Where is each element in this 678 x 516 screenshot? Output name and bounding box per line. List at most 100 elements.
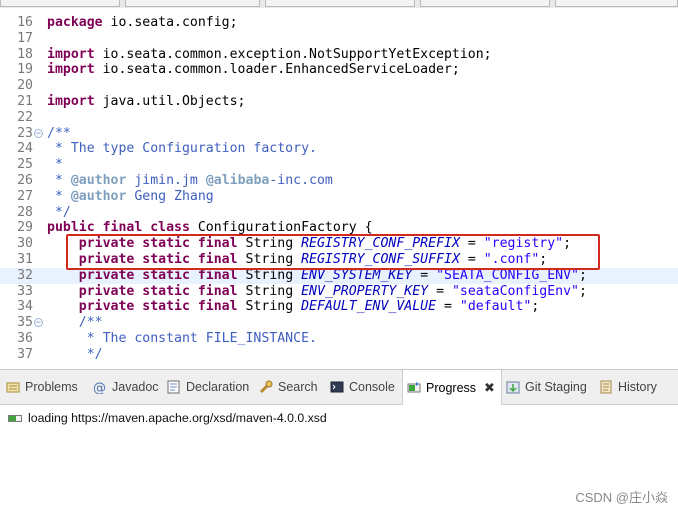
close-tab-icon[interactable]: ✖ (484, 380, 495, 396)
tab-problems[interactable]: Problems (6, 370, 78, 404)
tab-git-staging[interactable]: Git Staging (506, 370, 587, 404)
declaration-icon (167, 380, 181, 394)
line-number: 29 (17, 220, 33, 236)
code-text: io.seata.common.loader.EnhancedServiceLo… (94, 62, 460, 78)
editor-tab[interactable] (0, 0, 120, 7)
code-line[interactable]: 35− /** (0, 315, 678, 331)
code-line[interactable]: 36 * The constant FILE_INSTANCE. (0, 331, 678, 347)
tab-label: Progress (426, 380, 477, 395)
comment-token: */ (47, 204, 71, 220)
tab-history[interactable]: History (599, 370, 657, 404)
string-token: "default" (459, 299, 532, 315)
code-line[interactable]: 25 * (0, 157, 678, 173)
code-editor[interactable]: 16 package io.seata.config; 17 18 import io.… (0, 8, 678, 369)
line-number: 30 (17, 236, 33, 252)
javadoc-tag-token: @alibaba (205, 173, 270, 188)
code-line[interactable]: 37 */ (0, 347, 678, 363)
keyword-token: import (47, 46, 95, 62)
tab-console[interactable]: Console (330, 370, 395, 404)
line-number: 16 (17, 15, 33, 30)
code-content: * The constant FILE_INSTANCE. (47, 331, 317, 347)
javadoc-tag-token: @author (70, 173, 127, 188)
tab-javadoc[interactable]: @ Javadoc (93, 370, 159, 404)
line-number: 19 (17, 62, 33, 78)
code-content: /** (47, 126, 71, 142)
code-content: * The type Configuration factory. (47, 141, 317, 157)
code-line[interactable]: 22 (0, 110, 678, 126)
code-line[interactable]: 32 private static final String ENV_SYSTE… (0, 267, 678, 284)
line-number: 35 (17, 315, 33, 331)
javadoc-tag-token: @author (70, 188, 127, 204)
git-staging-icon (506, 380, 520, 394)
code-content: private static final String DEFAULT_ENV_… (47, 299, 540, 315)
code-text: io.seata.common.exception.NotSupportYetE… (94, 46, 492, 62)
code-line[interactable]: 21 import java.util.Objects; (0, 94, 678, 110)
code-line[interactable]: 34 private static final String DEFAULT_E… (0, 299, 678, 315)
code-line[interactable]: 19 import io.seata.common.loader.Enhanced… (0, 62, 678, 78)
tab-label: Declaration (186, 380, 250, 394)
progress-message: loading https://maven.apache.org/xsd/mav… (28, 411, 327, 425)
comment-token: * (47, 157, 63, 173)
tab-search[interactable]: Search (259, 370, 318, 404)
tab-label: History (618, 380, 657, 394)
field-token: DEFAULT_ENV_VALUE (301, 299, 437, 315)
highlight-annotation-box (66, 234, 600, 270)
code-content: import io.seata.common.loader.EnhancedSe… (47, 62, 460, 78)
code-line[interactable]: 24 * The type Configuration factory. (0, 141, 678, 157)
code-content: * @author jimin.jm @alibaba-inc.com (47, 173, 333, 189)
problems-icon (6, 380, 20, 394)
code-line[interactable]: 27 * @author Geng Zhang (0, 189, 678, 205)
line-number: 20 (17, 78, 33, 94)
keyword-token: private static final (78, 299, 238, 315)
progress-icon (407, 381, 421, 395)
code-text: ; (579, 267, 587, 283)
line-number: 25 (17, 157, 33, 173)
code-text: ; (579, 283, 587, 299)
code-line[interactable]: 28 */ (0, 205, 678, 221)
field-token: ENV_PROPERTY_KEY (301, 283, 429, 299)
line-number: 31 (17, 252, 33, 267)
editor-tab[interactable] (420, 0, 550, 7)
keyword-token: private static final (78, 267, 238, 283)
progress-bar-icon (8, 415, 22, 422)
line-number: 27 (17, 188, 33, 204)
code-content: import io.seata.common.exception.NotSupp… (47, 47, 492, 63)
code-line[interactable]: 26 * @author jimin.jm @alibaba-inc.com (0, 173, 678, 189)
tab-progress[interactable]: Progress ✖ (402, 370, 502, 405)
fold-toggle-icon[interactable]: − (34, 318, 43, 328)
editor-tab[interactable] (555, 0, 678, 7)
code-text: ; (531, 299, 540, 315)
keyword-token: import (47, 94, 95, 109)
code-line[interactable]: 33 private static final String ENV_PROPE… (0, 284, 678, 300)
svg-text:@: @ (93, 381, 106, 394)
code-line[interactable]: 23−/** (0, 126, 678, 142)
tab-declaration[interactable]: Declaration (167, 370, 249, 404)
watermark: CSDN @庄小焱 (575, 490, 668, 505)
code-content: * (47, 157, 63, 173)
line-number: 32 (17, 267, 33, 283)
code-line[interactable]: 18 import io.seata.common.exception.NotSu… (0, 47, 678, 63)
string-token: "SEATA_CONFIG_ENV" (436, 267, 579, 283)
code-line[interactable]: 17 (0, 31, 678, 47)
code-text: String (237, 283, 302, 299)
code-line[interactable]: 20 (0, 78, 678, 94)
line-number: 23 (17, 125, 33, 141)
code-line[interactable]: 16 package io.seata.config; (0, 15, 678, 31)
string-token: "seataConfigEnv" (451, 283, 580, 299)
editor-tab[interactable] (125, 0, 260, 7)
search-icon (259, 380, 273, 394)
line-number: 17 (17, 30, 33, 46)
javadoc-icon: @ (93, 380, 107, 396)
tab-label: Javadoc (112, 380, 159, 394)
comment-token: */ (47, 346, 103, 362)
editor-tab[interactable] (265, 0, 415, 7)
code-content: private static final String ENV_PROPERTY… (47, 284, 587, 300)
line-number: 28 (17, 204, 33, 220)
code-text: String (237, 299, 302, 315)
fold-toggle-icon[interactable]: − (34, 128, 43, 138)
code-content: */ (47, 347, 103, 363)
tab-label: Console (349, 380, 395, 394)
